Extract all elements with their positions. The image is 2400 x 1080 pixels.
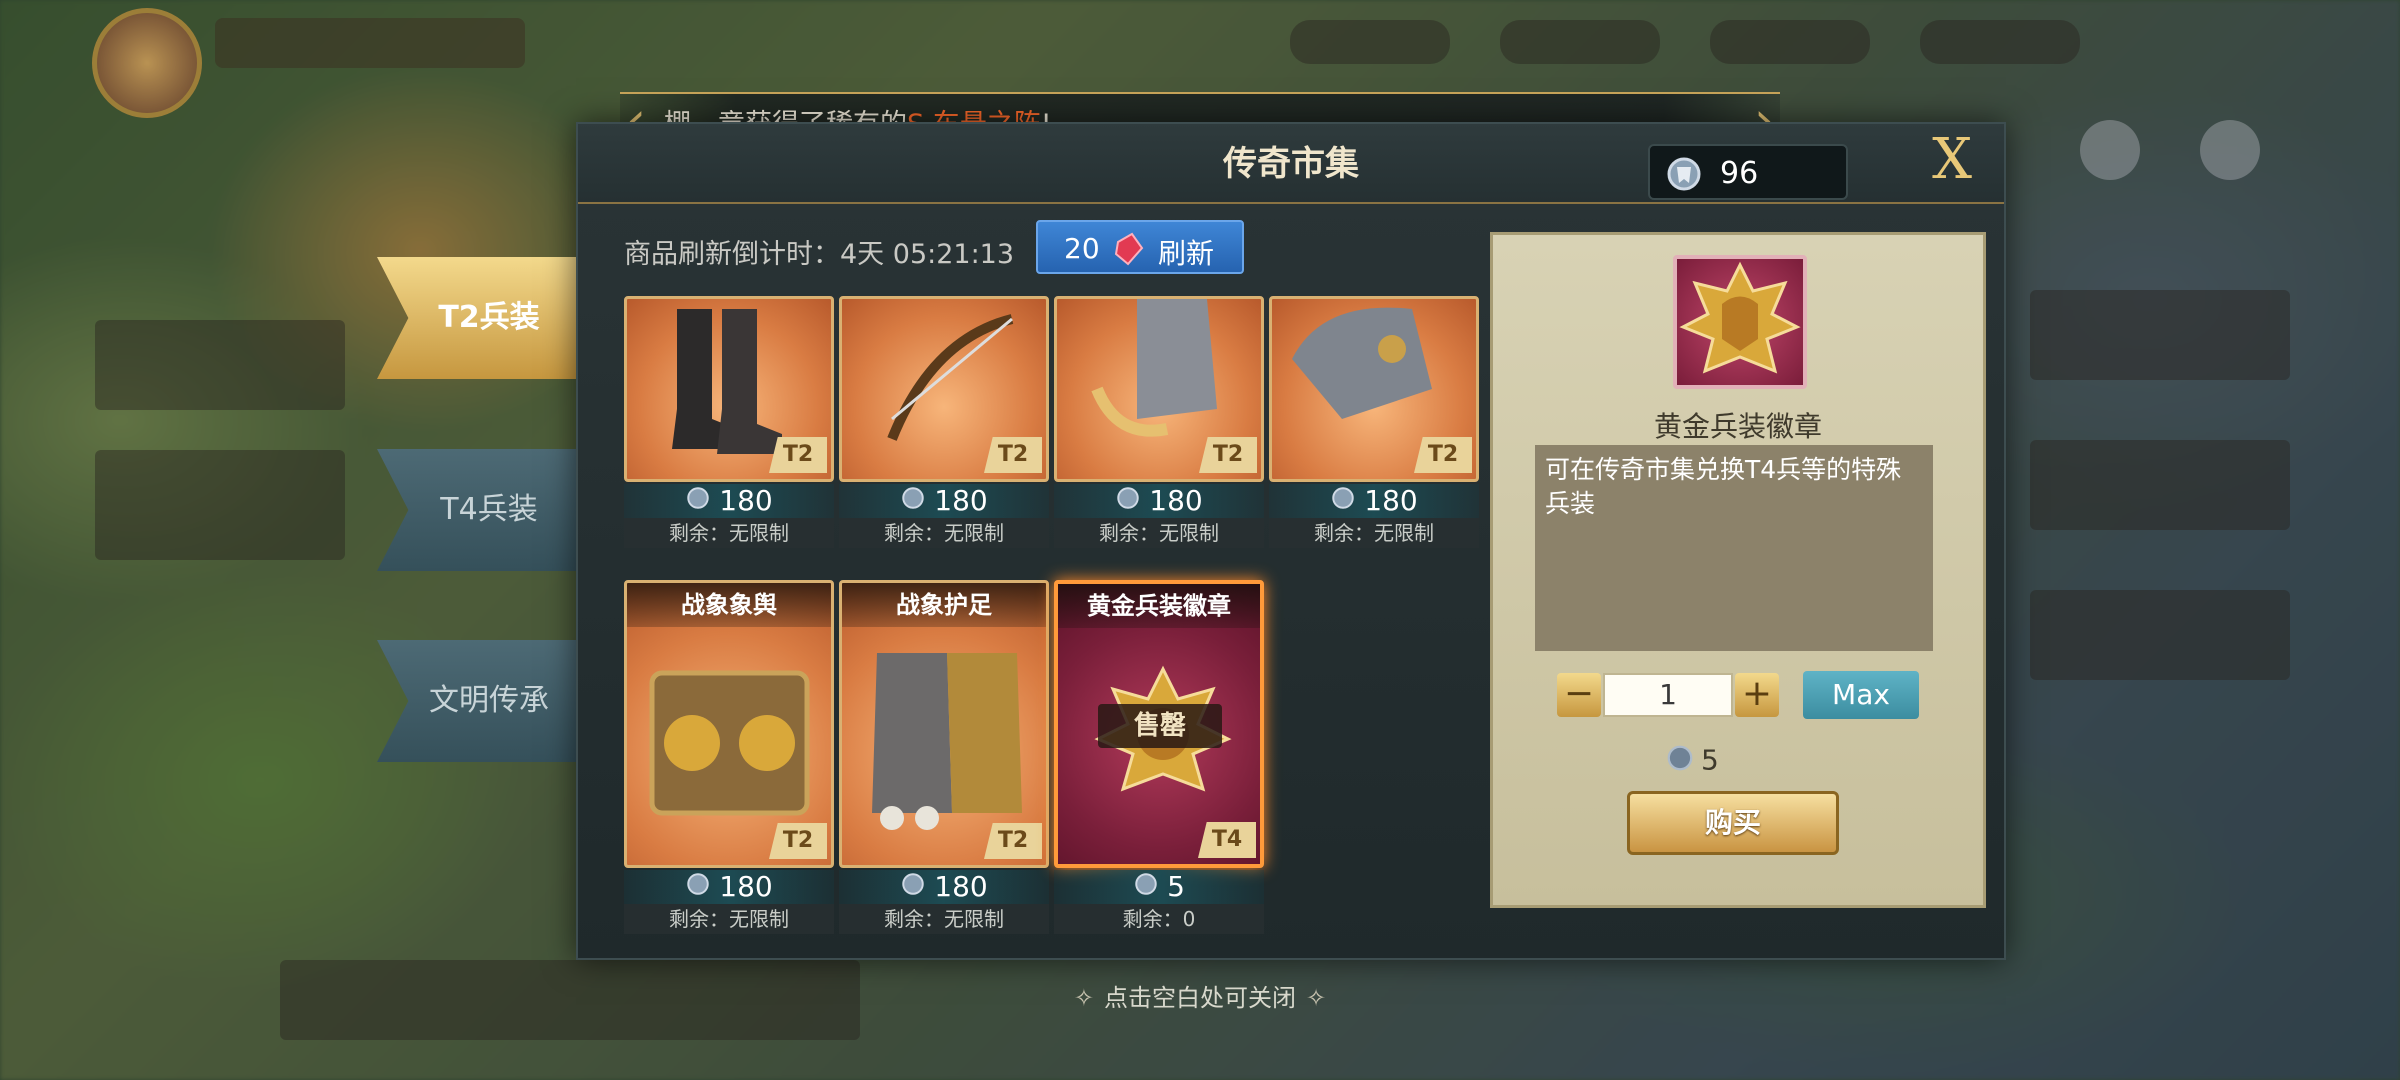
- item-remain: 剩余：无限制: [839, 518, 1049, 548]
- tier-badge: T2: [984, 437, 1042, 473]
- item-frame: T2: [624, 296, 834, 482]
- item-name: 黄金兵装徽章: [1058, 584, 1260, 628]
- buy-button[interactable]: 购买: [1627, 791, 1839, 855]
- medal-icon: [1665, 743, 1695, 780]
- quantity-input[interactable]: 1: [1603, 673, 1733, 717]
- hud-button: [2200, 120, 2260, 180]
- item-frame: 售罄 黄金兵装徽章 T4: [1054, 580, 1264, 868]
- item-remain: 剩余：无限制: [839, 904, 1049, 934]
- medal-icon: [900, 485, 926, 519]
- item-price: 180: [624, 484, 834, 518]
- close-hint: ✧ 点击空白处可关闭 ✧: [1073, 984, 1327, 1012]
- resource-food: [1290, 20, 1450, 64]
- hud-button: [2080, 120, 2140, 180]
- item-remain: 剩余：无限制: [624, 518, 834, 548]
- refresh-cost: 20: [1064, 232, 1100, 265]
- quantity-stepper: − 1 + Max: [1557, 671, 1937, 721]
- item-remain: 剩余：0: [1054, 904, 1264, 934]
- tier-badge: T2: [984, 823, 1042, 859]
- item-price: 180: [839, 484, 1049, 518]
- elephant-helm-image: [1292, 307, 1432, 419]
- item-name: 战象象舆: [627, 583, 831, 627]
- tab-civilization-legacy[interactable]: 文明传承: [377, 640, 601, 762]
- resource-wood: [1500, 20, 1660, 64]
- tier-badge: T2: [1414, 437, 1472, 473]
- item-detail-panel: 黄金兵装徽章 可在传奇市集兑换T4兵等的特殊兵装 − 1 + Max 5 购买: [1490, 232, 1986, 908]
- tier-badge: T2: [1199, 437, 1257, 473]
- item-name: 战象护足: [842, 583, 1046, 627]
- item-frame: T2: [1269, 296, 1479, 482]
- item-remain: 剩余：无限制: [1269, 518, 1479, 548]
- item-price: 180: [1269, 484, 1479, 518]
- item-remain: 剩余：无限制: [1054, 518, 1264, 548]
- tier-badge: T2: [769, 437, 827, 473]
- boots-image: [672, 309, 782, 454]
- refresh-button[interactable]: 20 刷新: [1036, 220, 1244, 274]
- item-price: 180: [839, 870, 1049, 904]
- refresh-countdown: 商品刷新倒计时：4天 05:21:13: [624, 239, 1015, 270]
- side-panel-item: [95, 320, 345, 410]
- leg-guard-image: [872, 653, 1022, 830]
- golden-badge-icon: [1673, 255, 1807, 389]
- ornament-icon: ✧: [1073, 984, 1094, 1012]
- item-price: 180: [1054, 484, 1264, 518]
- item-price: 5: [1054, 870, 1264, 904]
- item-remain: 剩余：无限制: [624, 904, 834, 934]
- detail-description: 可在传奇市集兑换T4兵等的特殊兵装: [1535, 445, 1933, 651]
- chat-panel: [280, 960, 860, 1040]
- currency-display: 96: [1648, 144, 1848, 200]
- detail-item-name: 黄金兵装徽章: [1653, 410, 1822, 443]
- tier-badge: T2: [769, 823, 827, 859]
- howdah-image: [649, 670, 810, 816]
- tab-t4-gear[interactable]: T4兵装: [377, 449, 601, 571]
- side-panel-item: [2030, 440, 2290, 530]
- tab-t2-gear[interactable]: T2兵装: [377, 257, 601, 379]
- side-panel-item: [2030, 290, 2290, 380]
- medal-icon: [1115, 485, 1141, 519]
- legend-market-dialog: 传奇市集 96 X 商品刷新倒计时：4天 05:21:13 20 刷新 T2 1…: [576, 122, 2006, 960]
- dialog-header: 传奇市集 96 X: [578, 124, 2004, 204]
- medal-icon: [1664, 154, 1704, 202]
- minus-button[interactable]: −: [1557, 673, 1601, 717]
- currency-value: 96: [1720, 156, 1759, 191]
- max-button[interactable]: Max: [1803, 671, 1919, 719]
- item-frame: 战象护足 T2: [839, 580, 1049, 868]
- purchase-cost: 5: [1665, 743, 1719, 780]
- bow-image: [887, 314, 1014, 441]
- medal-icon: [685, 485, 711, 519]
- side-panel-item: [2030, 590, 2290, 680]
- item-frame: T2: [1054, 296, 1264, 482]
- player-power-bar: [215, 18, 525, 68]
- refresh-label: 刷新: [1158, 237, 1215, 270]
- tier-badge: T4: [1198, 822, 1256, 858]
- close-button[interactable]: X: [1922, 130, 1982, 190]
- medal-icon: [1133, 871, 1159, 905]
- side-panel-item: [95, 450, 345, 560]
- plus-button[interactable]: +: [1735, 673, 1779, 717]
- item-frame: 战象象舆 T2: [624, 580, 834, 868]
- sold-out-badge: 售罄: [1098, 704, 1222, 748]
- medal-icon: [1330, 485, 1356, 519]
- resource-gold: [1920, 20, 2080, 64]
- player-avatar: [92, 8, 202, 118]
- medal-icon: [685, 871, 711, 905]
- ornament-icon: ✧: [1306, 984, 1327, 1012]
- item-frame: T2: [839, 296, 1049, 482]
- tusk-armor-image: [1091, 299, 1217, 437]
- resource-stone: [1710, 20, 1870, 64]
- medal-icon: [900, 871, 926, 905]
- item-price: 180: [624, 870, 834, 904]
- ruby-icon: [1110, 230, 1148, 275]
